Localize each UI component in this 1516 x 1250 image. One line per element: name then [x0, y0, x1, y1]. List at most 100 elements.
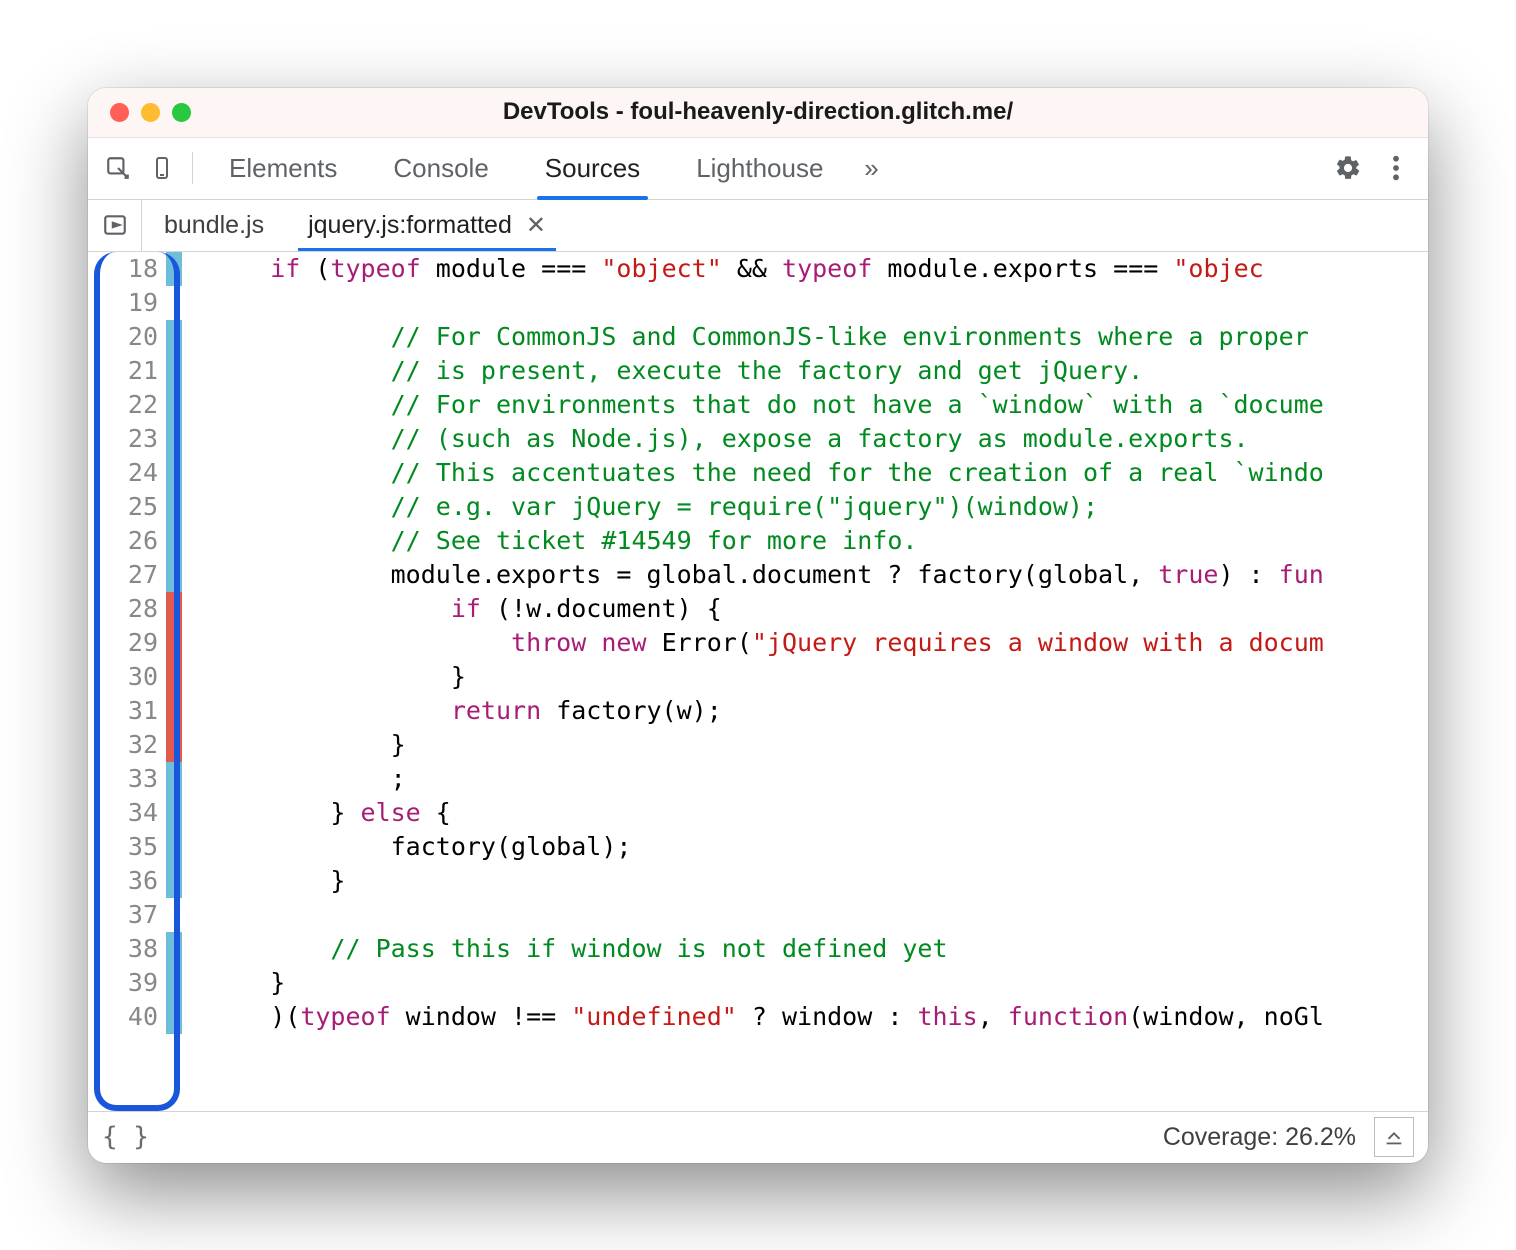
window-title: DevTools - foul-heavenly-direction.glitc…	[88, 98, 1428, 126]
coverage-marker	[166, 252, 182, 286]
line-number[interactable]: 34	[88, 796, 158, 830]
line-number[interactable]: 30	[88, 660, 158, 694]
separator	[192, 152, 193, 184]
code-line[interactable]	[210, 286, 1428, 320]
code-line[interactable]: // See ticket #14549 for more info.	[210, 524, 1428, 558]
code-line[interactable]: )(typeof window !== "undefined" ? window…	[210, 1000, 1428, 1034]
line-number[interactable]: 21	[88, 354, 158, 388]
code-area[interactable]: if (typeof module === "object" && typeof…	[182, 252, 1428, 1111]
coverage-marker	[166, 694, 182, 728]
coverage-column	[166, 252, 182, 1111]
coverage-marker	[166, 558, 182, 592]
pretty-print-icon[interactable]: { }	[102, 1122, 149, 1152]
code-line[interactable]: // Pass this if window is not defined ye…	[210, 932, 1428, 966]
coverage-label: Coverage: 26.2%	[1163, 1123, 1356, 1152]
code-line[interactable]: }	[210, 864, 1428, 898]
show-drawer-icon[interactable]	[1374, 1117, 1414, 1157]
line-number[interactable]: 25	[88, 490, 158, 524]
coverage-marker	[166, 320, 182, 354]
file-tab-strip: bundle.js jquery.js:formatted ✕	[88, 200, 1428, 252]
line-number[interactable]: 31	[88, 694, 158, 728]
code-line[interactable]: if (!w.document) {	[210, 592, 1428, 626]
code-line[interactable]: module.exports = global.document ? facto…	[210, 558, 1428, 592]
line-number[interactable]: 35	[88, 830, 158, 864]
code-line[interactable]: // For CommonJS and CommonJS-like enviro…	[210, 320, 1428, 354]
inspect-element-icon[interactable]	[96, 146, 140, 190]
line-number[interactable]: 18	[88, 252, 158, 286]
line-number[interactable]: 36	[88, 864, 158, 898]
line-number[interactable]: 33	[88, 762, 158, 796]
code-line[interactable]: // e.g. var jQuery = require("jquery")(w…	[210, 490, 1428, 524]
line-number[interactable]: 28	[88, 592, 158, 626]
code-line[interactable]: // For environments that do not have a `…	[210, 388, 1428, 422]
line-number[interactable]: 23	[88, 422, 158, 456]
line-number-gutter: 1819202122232425262728293031323334353637…	[88, 252, 166, 1111]
code-line[interactable]: // (such as Node.js), expose a factory a…	[210, 422, 1428, 456]
code-line[interactable]: ;	[210, 762, 1428, 796]
coverage-marker	[166, 456, 182, 490]
device-toolbar-icon[interactable]	[140, 146, 184, 190]
tab-lighthouse[interactable]: Lighthouse	[668, 138, 851, 199]
kebab-menu-icon[interactable]	[1372, 144, 1420, 192]
tab-console[interactable]: Console	[365, 138, 516, 199]
code-line[interactable]: return factory(w);	[210, 694, 1428, 728]
window-controls	[110, 103, 191, 122]
line-number[interactable]: 40	[88, 1000, 158, 1034]
show-navigator-icon[interactable]	[88, 200, 142, 251]
coverage-marker	[166, 796, 182, 830]
close-tab-icon[interactable]: ✕	[526, 211, 546, 240]
line-number[interactable]: 29	[88, 626, 158, 660]
file-tab-jquery[interactable]: jquery.js:formatted ✕	[286, 200, 568, 251]
devtools-window: DevTools - foul-heavenly-direction.glitc…	[88, 88, 1428, 1163]
code-line[interactable]: } else {	[210, 796, 1428, 830]
file-tab-bundle[interactable]: bundle.js	[142, 200, 286, 251]
code-line[interactable]: if (typeof module === "object" && typeof…	[210, 252, 1428, 286]
minimize-window-button[interactable]	[141, 103, 160, 122]
code-line[interactable]: // This accentuates the need for the cre…	[210, 456, 1428, 490]
coverage-marker	[166, 864, 182, 898]
line-number[interactable]: 38	[88, 932, 158, 966]
coverage-marker	[166, 830, 182, 864]
coverage-marker	[166, 626, 182, 660]
titlebar: DevTools - foul-heavenly-direction.glitc…	[88, 88, 1428, 138]
code-line[interactable]: factory(global);	[210, 830, 1428, 864]
main-toolbar: Elements Console Sources Lighthouse »	[88, 138, 1428, 200]
coverage-marker	[166, 388, 182, 422]
code-line[interactable]: throw new Error("jQuery requires a windo…	[210, 626, 1428, 660]
coverage-marker	[166, 762, 182, 796]
code-line[interactable]: }	[210, 728, 1428, 762]
file-tab-label: jquery.js:formatted	[308, 211, 512, 240]
line-number[interactable]: 19	[88, 286, 158, 320]
status-bar: { } Coverage: 26.2%	[88, 1111, 1428, 1163]
coverage-marker	[166, 286, 182, 320]
coverage-marker	[166, 422, 182, 456]
line-number[interactable]: 39	[88, 966, 158, 1000]
close-window-button[interactable]	[110, 103, 129, 122]
coverage-marker	[166, 966, 182, 1000]
coverage-marker	[166, 898, 182, 932]
coverage-marker	[166, 354, 182, 388]
line-number[interactable]: 20	[88, 320, 158, 354]
settings-icon[interactable]	[1324, 144, 1372, 192]
tab-elements[interactable]: Elements	[201, 138, 365, 199]
file-tab-label: bundle.js	[164, 211, 264, 240]
tab-sources[interactable]: Sources	[517, 138, 668, 199]
coverage-marker	[166, 1000, 182, 1034]
code-line[interactable]: }	[210, 660, 1428, 694]
coverage-marker	[166, 728, 182, 762]
panel-tabs: Elements Console Sources Lighthouse »	[201, 138, 891, 199]
more-tabs-button[interactable]: »	[851, 138, 891, 199]
line-number[interactable]: 32	[88, 728, 158, 762]
code-line[interactable]: // is present, execute the factory and g…	[210, 354, 1428, 388]
code-line[interactable]: }	[210, 966, 1428, 1000]
coverage-marker	[166, 932, 182, 966]
coverage-marker	[166, 524, 182, 558]
line-number[interactable]: 24	[88, 456, 158, 490]
line-number[interactable]: 26	[88, 524, 158, 558]
zoom-window-button[interactable]	[172, 103, 191, 122]
line-number[interactable]: 37	[88, 898, 158, 932]
source-editor[interactable]: 1819202122232425262728293031323334353637…	[88, 252, 1428, 1111]
code-line[interactable]	[210, 898, 1428, 932]
line-number[interactable]: 22	[88, 388, 158, 422]
line-number[interactable]: 27	[88, 558, 158, 592]
